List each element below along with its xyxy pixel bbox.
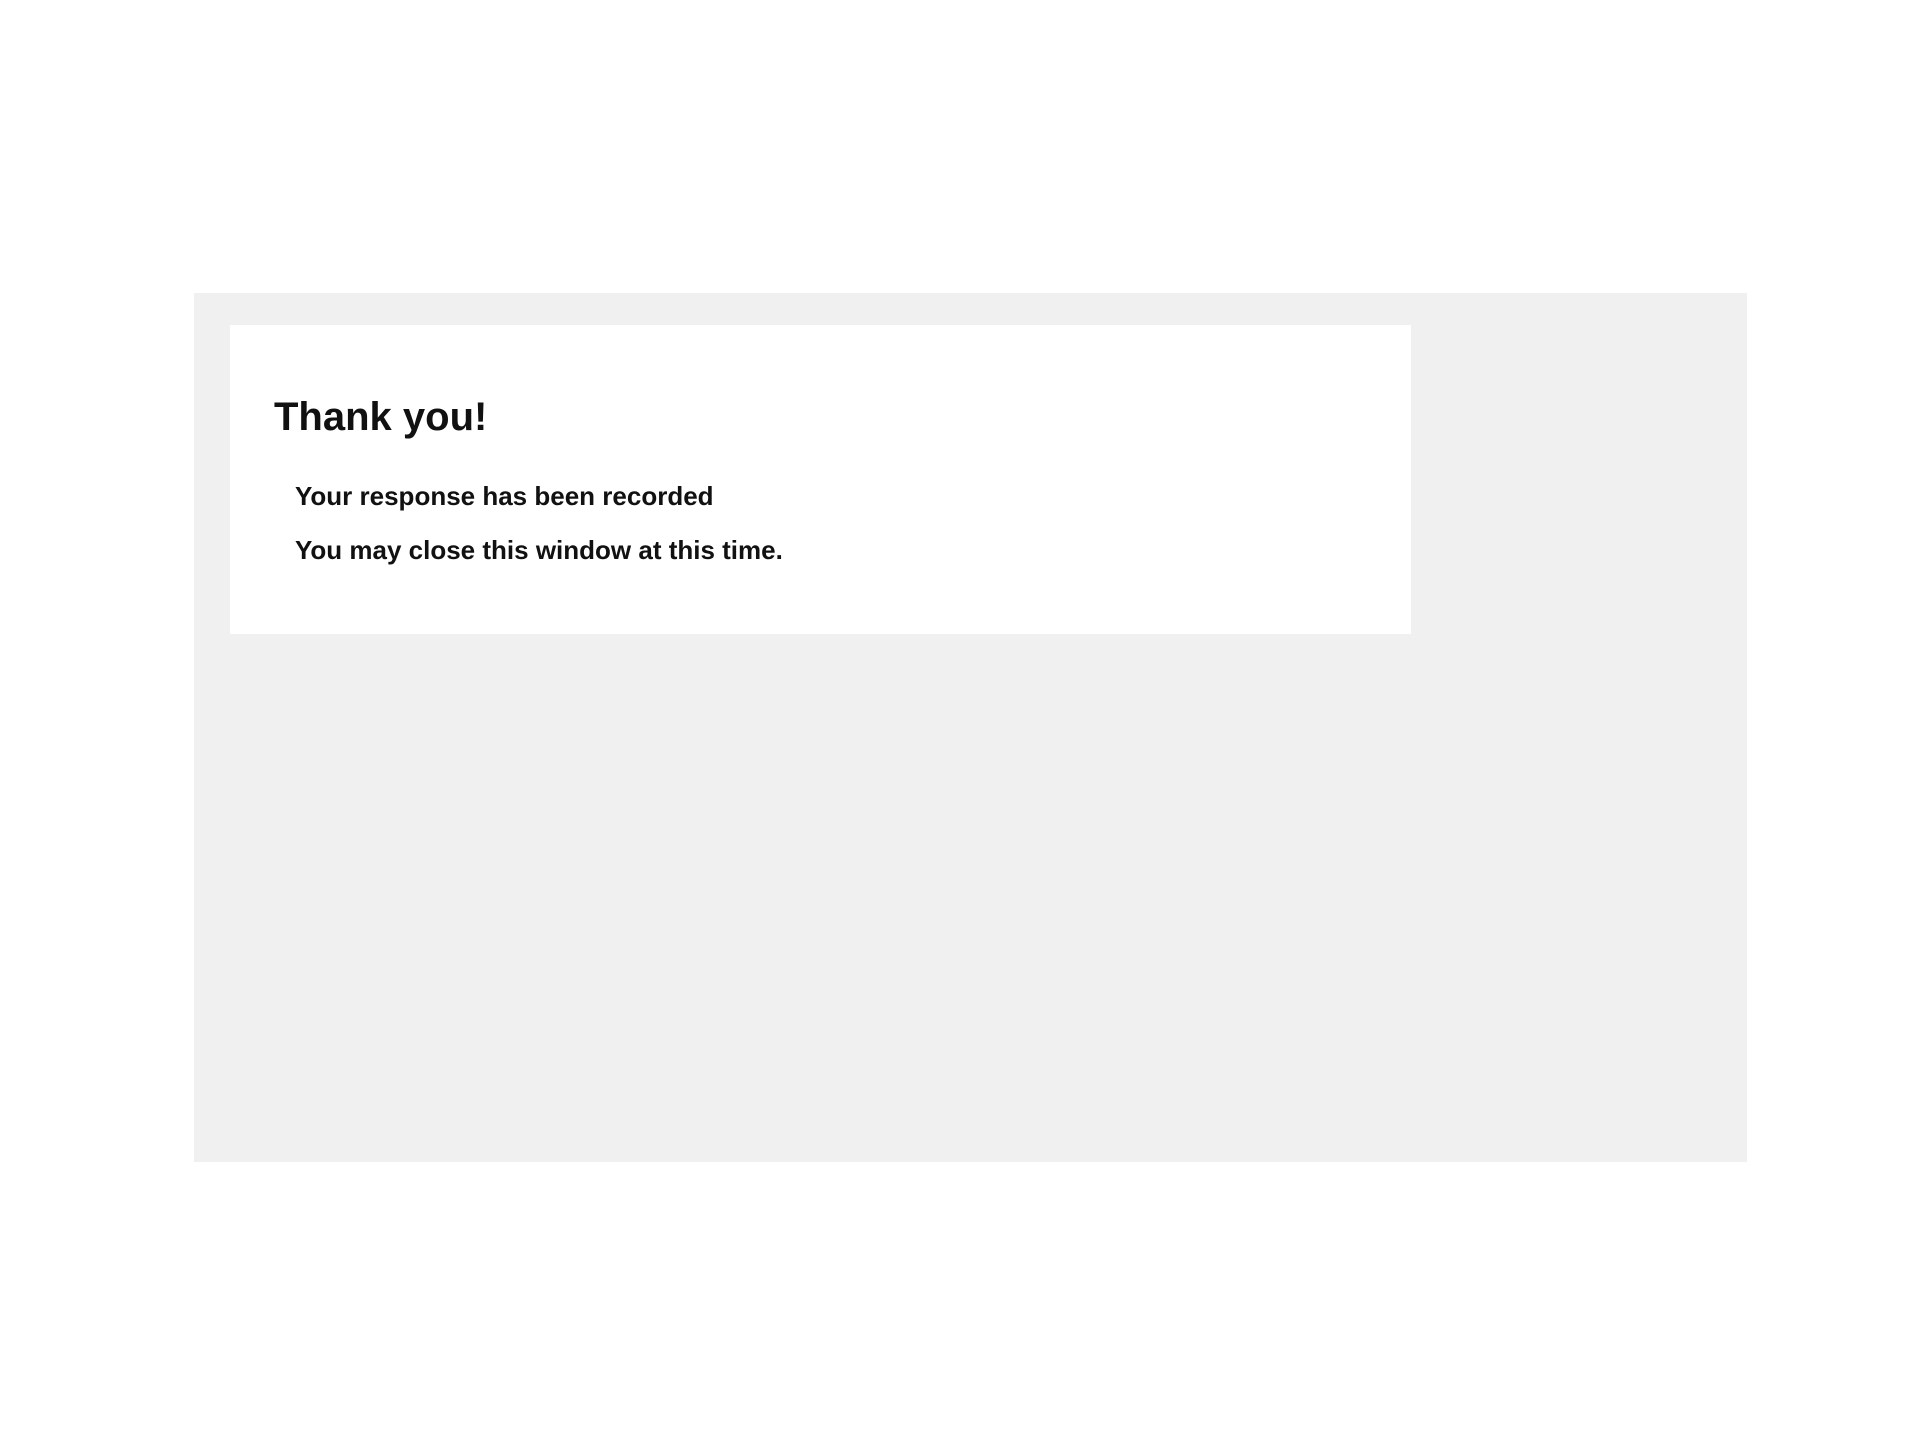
content-area: Thank you! Your response has been record…: [194, 293, 1747, 1162]
confirmation-title: Thank you!: [274, 395, 488, 439]
close-window-message: You may close this window at this time.: [295, 535, 783, 565]
response-recorded-message: Your response has been recorded: [295, 481, 714, 511]
confirmation-card: Thank you! Your response has been record…: [230, 325, 1411, 634]
page: Thank you! Your response has been record…: [0, 0, 1920, 1440]
